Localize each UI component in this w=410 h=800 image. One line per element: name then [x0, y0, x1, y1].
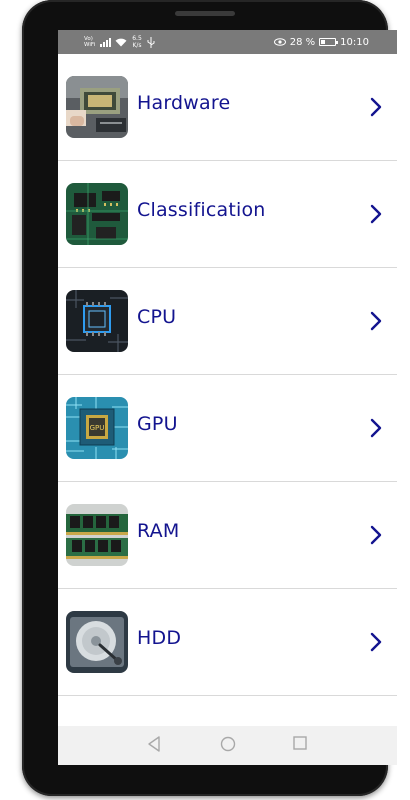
battery-fill — [321, 40, 326, 44]
svg-text:GPU: GPU — [90, 424, 105, 432]
list-item-hdd[interactable]: HDD — [58, 589, 397, 696]
battery-percent: 28 % — [289, 36, 316, 48]
network-speed-unit: K/s — [132, 42, 142, 49]
cpu-chip-thumbnail — [66, 290, 128, 352]
list-item-cpu[interactable]: CPU — [58, 268, 397, 375]
signal-icon — [100, 37, 111, 47]
chevron-right-icon — [370, 418, 382, 438]
list-item-label: RAM — [137, 520, 180, 542]
clock: 10:10 — [340, 36, 369, 48]
battery-icon — [319, 38, 339, 46]
wifi-icon — [115, 38, 127, 47]
earpiece-speaker — [175, 11, 235, 16]
system-nav-bar — [58, 726, 397, 765]
list-item-hardware[interactable]: Hardware — [58, 54, 397, 161]
chevron-right-icon — [370, 311, 382, 331]
list-item-label: HDD — [137, 627, 182, 649]
list-item-classification[interactable]: Classification — [58, 161, 397, 268]
recents-icon[interactable] — [293, 736, 307, 750]
carrier-label: Vo) WiFi — [84, 36, 96, 48]
list-item-label: Hardware — [137, 92, 231, 114]
ram-module-thumbnail — [66, 504, 128, 566]
chevron-right-icon — [370, 632, 382, 652]
topic-list: Hardware Classification CPU GPU GPU RAM … — [58, 54, 397, 696]
back-icon[interactable] — [147, 736, 161, 752]
list-item-ram[interactable]: RAM — [58, 482, 397, 589]
list-item-label: CPU — [137, 306, 177, 328]
gpu-chip-thumbnail: GPU — [66, 397, 128, 459]
list-item-gpu[interactable]: GPU GPU — [58, 375, 397, 482]
circuit-board-thumbnail — [66, 183, 128, 245]
hardware-thumbnail — [66, 76, 128, 138]
chevron-right-icon — [370, 97, 382, 117]
chevron-right-icon — [370, 525, 382, 545]
eye-comfort-icon — [273, 38, 286, 46]
list-item-label: GPU — [137, 413, 178, 435]
status-left: Vo) WiFi 6.5 K/s — [84, 33, 155, 51]
usb-icon — [147, 36, 155, 48]
app-screen: Vo) WiFi 6.5 K/s 28 % 10:10 Hardware Cla… — [58, 30, 397, 765]
chevron-right-icon — [370, 204, 382, 224]
home-icon[interactable] — [220, 736, 236, 752]
list-item-label: Classification — [137, 199, 266, 221]
phone-frame: Vo) WiFi 6.5 K/s 28 % 10:10 Hardware Cla… — [22, 0, 397, 796]
status-right: 28 % 10:10 — [273, 33, 369, 51]
status-bar: Vo) WiFi 6.5 K/s 28 % 10:10 — [58, 30, 397, 54]
network-speed-value: 6.5 — [132, 35, 142, 42]
network-speed: 6.5 K/s — [131, 35, 143, 49]
hard-disk-thumbnail — [66, 611, 128, 673]
